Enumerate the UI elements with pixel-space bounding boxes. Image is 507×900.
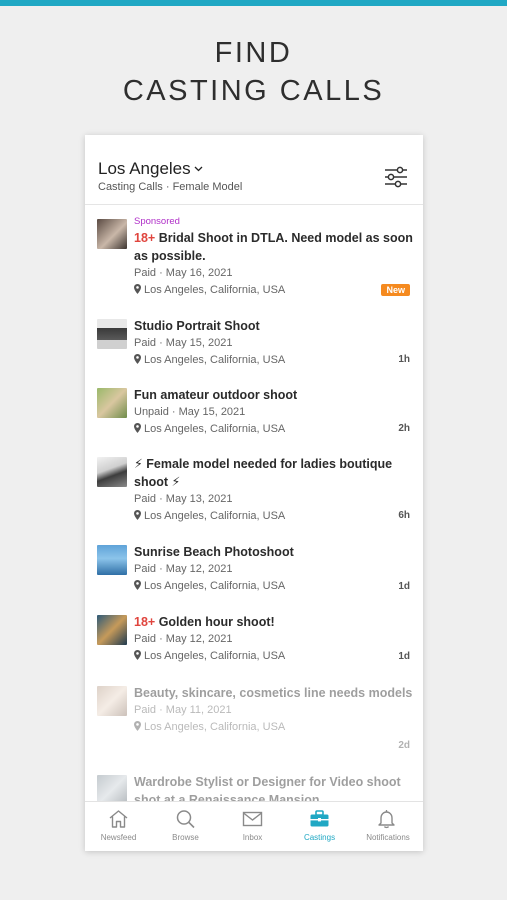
casting-thumbnail <box>97 388 127 418</box>
castings-header: Los Angeles Casting Calls · Female Model <box>85 135 423 205</box>
city-name: Los Angeles <box>98 159 191 178</box>
promo-line-1: FIND <box>214 37 293 69</box>
sponsored-label: Sponsored <box>134 216 180 227</box>
tab-castings[interactable]: Castings <box>286 802 353 851</box>
casting-item[interactable]: Beauty, skincare, cosmetics line needs m… <box>85 684 423 757</box>
filter-sliders-icon[interactable] <box>383 165 409 189</box>
mail-icon <box>242 811 263 827</box>
casting-thumbnail <box>97 319 127 349</box>
tab-label: Inbox <box>242 833 263 842</box>
casting-thumbnail <box>97 219 127 249</box>
home-icon <box>109 810 128 828</box>
posted-age: 2d <box>398 740 410 751</box>
search-criteria: Casting Calls · Female Model <box>98 181 243 193</box>
posted-age: 2h <box>398 423 410 434</box>
tab-notifications[interactable]: Notifications <box>353 802 423 851</box>
map-pin-icon <box>134 650 141 660</box>
casting-meta: Paid · May 16, 2021 <box>134 267 233 279</box>
tab-label: Castings <box>303 833 336 842</box>
casting-location: Los Angeles, California, USA <box>134 719 414 736</box>
casting-item[interactable]: Fun amateur outdoor shoot Unpaid · May 1… <box>85 386 423 441</box>
city-selector[interactable]: Los Angeles <box>98 159 203 179</box>
casting-item[interactable]: Sunrise Beach Photoshoot Paid · May 12, … <box>85 543 423 598</box>
casting-item[interactable]: Studio Portrait Shoot Paid · May 15, 202… <box>85 317 423 372</box>
casting-title: Beauty, skincare, cosmetics line needs m… <box>134 686 413 700</box>
casting-item[interactable]: 18+ Golden hour shoot! Paid · May 12, 20… <box>85 613 423 668</box>
map-pin-icon <box>134 580 141 590</box>
map-pin-icon <box>134 284 141 294</box>
casting-item[interactable]: Wardrobe Stylist or Designer for Video s… <box>85 773 423 801</box>
casting-thumbnail <box>97 545 127 575</box>
casting-location: Los Angeles, California, USA <box>134 508 414 525</box>
casting-item[interactable]: ⚡ Female model needed for ladies boutiqu… <box>85 455 423 528</box>
posted-age: 6h <box>398 510 410 521</box>
casting-thumbnail <box>97 615 127 645</box>
phone-screen: Los Angeles Casting Calls · Female Model… <box>85 135 423 851</box>
casting-thumbnail <box>97 775 127 801</box>
posted-age: 1h <box>398 354 410 365</box>
tab-newsfeed[interactable]: Newsfeed <box>85 802 152 851</box>
top-accent-bar <box>0 0 507 6</box>
casting-thumbnail <box>97 457 127 487</box>
casting-meta: Paid · May 13, 2021 <box>134 493 233 505</box>
casting-meta: Unpaid · May 15, 2021 <box>134 406 246 418</box>
casting-meta: Paid · May 12, 2021 <box>134 633 233 645</box>
casting-title: Sunrise Beach Photoshoot <box>134 545 294 559</box>
casting-location: Los Angeles, California, USA <box>134 421 414 438</box>
casting-title: Wardrobe Stylist or Designer for Video s… <box>134 775 401 801</box>
bottom-tab-bar: Newsfeed Browse Inbox Castings Notificat… <box>85 801 423 851</box>
casting-list: Sponsored 18+ Bridal Shoot in DTLA. Need… <box>85 206 423 801</box>
new-badge: New <box>381 284 410 296</box>
tab-inbox[interactable]: Inbox <box>219 802 286 851</box>
casting-title: ⚡ Female model needed for ladies boutiqu… <box>134 457 393 489</box>
search-icon <box>176 810 195 829</box>
adult-badge: 18+ <box>134 615 156 629</box>
map-pin-icon <box>134 423 141 433</box>
casting-location: Los Angeles, California, USA <box>134 648 414 665</box>
promo-line-2: CASTING CALLS <box>122 75 385 107</box>
casting-meta: Paid · May 15, 2021 <box>134 337 233 349</box>
map-pin-icon <box>134 721 141 731</box>
casting-item[interactable]: Sponsored 18+ Bridal Shoot in DTLA. Need… <box>85 215 423 296</box>
map-pin-icon <box>134 354 141 364</box>
casting-meta: Paid · May 11, 2021 <box>134 704 232 716</box>
map-pin-icon <box>134 510 141 520</box>
promo-headline: FIND CASTING CALLS <box>0 34 507 110</box>
casting-title: Fun amateur outdoor shoot <box>134 388 298 402</box>
posted-age: 1d <box>398 581 410 592</box>
briefcase-icon <box>310 810 329 827</box>
tab-label: Notifications <box>366 833 410 842</box>
bell-icon <box>378 810 395 829</box>
casting-location: Los Angeles, California, USA <box>134 352 414 369</box>
casting-title: 18+ Golden hour shoot! <box>134 615 275 629</box>
tab-label: Browse <box>172 833 199 842</box>
adult-badge: 18+ <box>134 231 156 245</box>
casting-title: Studio Portrait Shoot <box>134 319 260 333</box>
casting-thumbnail <box>97 686 127 716</box>
casting-meta: Paid · May 12, 2021 <box>134 563 233 575</box>
casting-title: 18+ Bridal Shoot in DTLA. Need model as … <box>134 231 413 263</box>
tab-label: Newsfeed <box>100 833 137 842</box>
chevron-down-icon <box>194 163 203 175</box>
posted-age: 1d <box>398 651 410 662</box>
casting-location: Los Angeles, California, USA <box>134 578 414 595</box>
tab-browse[interactable]: Browse <box>152 802 219 851</box>
casting-location: Los Angeles, California, USA <box>134 282 414 299</box>
